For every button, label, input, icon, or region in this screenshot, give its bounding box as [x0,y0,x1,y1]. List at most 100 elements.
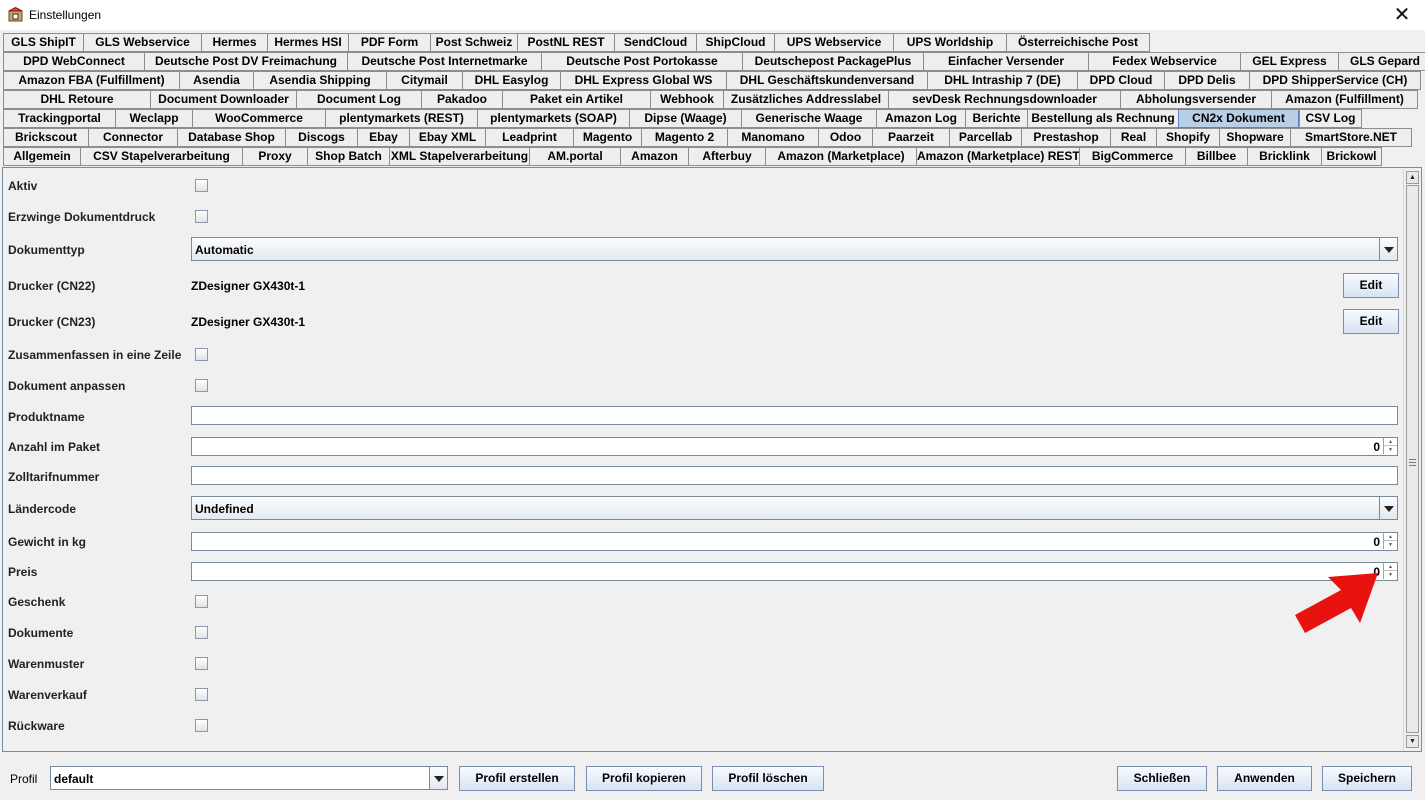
scroll-up-icon[interactable]: ▲ [1406,171,1419,184]
tab-shopware[interactable]: Shopware [1219,128,1290,147]
tab-pdf-form[interactable]: PDF Form [348,33,430,52]
tab-amazon[interactable]: Amazon [620,147,688,166]
tab-sevdesk-rechnungsdownloader[interactable]: sevDesk Rechnungsdownloader [888,90,1120,109]
geschenk-checkbox[interactable] [195,595,208,608]
spin-up-icon[interactable]: ▲ [1383,533,1397,541]
tab-hermes-hsi[interactable]: Hermes HSI [267,33,348,52]
tab-database-shop[interactable]: Database Shop [177,128,285,147]
dokumente-checkbox[interactable] [195,626,208,639]
tab-paket-ein-artikel[interactable]: Paket ein Artikel [502,90,650,109]
tab-weclapp[interactable]: Weclapp [115,109,192,128]
schliessen-button[interactable]: Schließen [1117,766,1207,791]
tab-citymail[interactable]: Citymail [386,71,462,90]
tab-plentymarkets-rest[interactable]: plentymarkets (REST) [325,109,477,128]
tab-postnl-rest[interactable]: PostNL REST [517,33,614,52]
tab-ebay-xml[interactable]: Ebay XML [409,128,485,147]
produktname-input[interactable] [191,406,1398,425]
tab-allgemein[interactable]: Allgemein [3,147,80,166]
tab-gls-webservice[interactable]: GLS Webservice [83,33,201,52]
tab-smartstore-net[interactable]: SmartStore.NET [1290,128,1412,147]
spin-down-icon[interactable]: ▼ [1383,541,1397,549]
profil-loeschen-button[interactable]: Profil löschen [712,766,824,791]
warenverkauf-checkbox[interactable] [195,688,208,701]
tab-bricklink[interactable]: Bricklink [1247,147,1321,166]
aktiv-checkbox[interactable] [195,179,208,192]
tab-parcellab[interactable]: Parcellab [949,128,1021,147]
tab-einfacher-versender[interactable]: Einfacher Versender [923,52,1088,71]
laendercode-dropdown-button[interactable] [1379,497,1397,519]
tab-xml-stapelverarbeitung[interactable]: XML Stapelverarbeitung [389,147,529,166]
tab-am-portal[interactable]: AM.portal [529,147,620,166]
tab-plentymarkets-soap[interactable]: plentymarkets (SOAP) [477,109,629,128]
tab-gls-shipit[interactable]: GLS ShipIT [3,33,83,52]
tab-amazon-marketplace-rest[interactable]: Amazon (Marketplace) REST [916,147,1079,166]
laendercode-select[interactable]: Undefined [191,496,1398,520]
tab-deutsche-post-dv-freimachung[interactable]: Deutsche Post DV Freimachung [144,52,347,71]
zusammenfassen-checkbox[interactable] [195,348,208,361]
tab-abholungsversender[interactable]: Abholungsversender [1120,90,1271,109]
tab-gel-express[interactable]: GEL Express [1240,52,1338,71]
tab-connector[interactable]: Connector [88,128,177,147]
rueckware-checkbox[interactable] [195,719,208,732]
profil-dropdown-button[interactable] [429,767,447,789]
tab-post-schweiz[interactable]: Post Schweiz [430,33,517,52]
tab-dpd-webconnect[interactable]: DPD WebConnect [3,52,144,71]
tab-prestashop[interactable]: Prestashop [1021,128,1110,147]
tab-document-log[interactable]: Document Log [296,90,421,109]
tab-osterreichische-post[interactable]: Österreichische Post [1006,33,1150,52]
tab-manomano[interactable]: Manomano [727,128,818,147]
tab-csv-stapelverarbeitung[interactable]: CSV Stapelverarbeitung [80,147,242,166]
tab-dipse-waage[interactable]: Dipse (Waage) [629,109,741,128]
scroll-thumb[interactable] [1406,185,1419,733]
tab-real[interactable]: Real [1110,128,1156,147]
spin-up-icon[interactable]: ▲ [1383,438,1397,446]
tab-deutschepost-packageplus[interactable]: Deutschepost PackagePlus [742,52,923,71]
tab-zusatzliches-addresslabel[interactable]: Zusätzliches Addresslabel [723,90,888,109]
tab-asendia-shipping[interactable]: Asendia Shipping [253,71,386,90]
tab-leadprint[interactable]: Leadprint [485,128,573,147]
tab-hermes[interactable]: Hermes [201,33,267,52]
tab-discogs[interactable]: Discogs [285,128,357,147]
tab-woocommerce[interactable]: WooCommerce [192,109,325,128]
dokumenttyp-dropdown-button[interactable] [1379,238,1397,260]
tab-brickscout[interactable]: Brickscout [3,128,88,147]
tab-berichte[interactable]: Berichte [965,109,1027,128]
speichern-button[interactable]: Speichern [1322,766,1412,791]
vertical-scrollbar[interactable]: ▲ ▼ [1403,169,1421,750]
tab-magento[interactable]: Magento [573,128,641,147]
profil-select[interactable]: default [50,766,448,790]
profil-kopieren-button[interactable]: Profil kopieren [586,766,702,791]
anzahl-spinner[interactable]: 0 ▲ ▼ [191,437,1398,456]
tab-sendcloud[interactable]: SendCloud [614,33,696,52]
preis-spinner[interactable]: 0 ▲ ▼ [191,562,1398,581]
tab-amazon-marketplace[interactable]: Amazon (Marketplace) [765,147,916,166]
profil-erstellen-button[interactable]: Profil erstellen [459,766,575,791]
dokument-anpassen-checkbox[interactable] [195,379,208,392]
scroll-down-icon[interactable]: ▼ [1406,735,1419,748]
tab-csv-log[interactable]: CSV Log [1299,109,1362,128]
warenmuster-checkbox[interactable] [195,657,208,670]
tab-dpd-shipperservice-ch[interactable]: DPD ShipperService (CH) [1249,71,1421,90]
edit-cn22-button[interactable]: Edit [1343,273,1399,298]
tab-pakadoo[interactable]: Pakadoo [421,90,502,109]
tab-dhl-easylog[interactable]: DHL Easylog [462,71,560,90]
tab-ups-webservice[interactable]: UPS Webservice [774,33,893,52]
tab-generische-waage[interactable]: Generische Waage [741,109,876,128]
tab-bigcommerce[interactable]: BigCommerce [1079,147,1185,166]
tab-dhl-geschaftskundenversand[interactable]: DHL Geschäftskundenversand [726,71,927,90]
close-icon[interactable]: ✕ [1389,3,1415,27]
tab-paarzeit[interactable]: Paarzeit [872,128,949,147]
tab-amazon-fulfillment[interactable]: Amazon (Fulfillment) [1271,90,1418,109]
tab-dhl-intraship-7-de[interactable]: DHL Intraship 7 (DE) [927,71,1077,90]
anwenden-button[interactable]: Anwenden [1217,766,1312,791]
tab-shopify[interactable]: Shopify [1156,128,1219,147]
tab-ups-worldship[interactable]: UPS Worldship [893,33,1006,52]
erzwinge-checkbox[interactable] [195,210,208,223]
tab-afterbuy[interactable]: Afterbuy [688,147,765,166]
tab-brickowl[interactable]: Brickowl [1321,147,1382,166]
tab-gls-gepard[interactable]: GLS Gepard [1338,52,1425,71]
zolltarif-input[interactable] [191,466,1398,485]
tab-magento-2[interactable]: Magento 2 [641,128,727,147]
tab-amazon-log[interactable]: Amazon Log [876,109,965,128]
spin-down-icon[interactable]: ▼ [1383,446,1397,454]
